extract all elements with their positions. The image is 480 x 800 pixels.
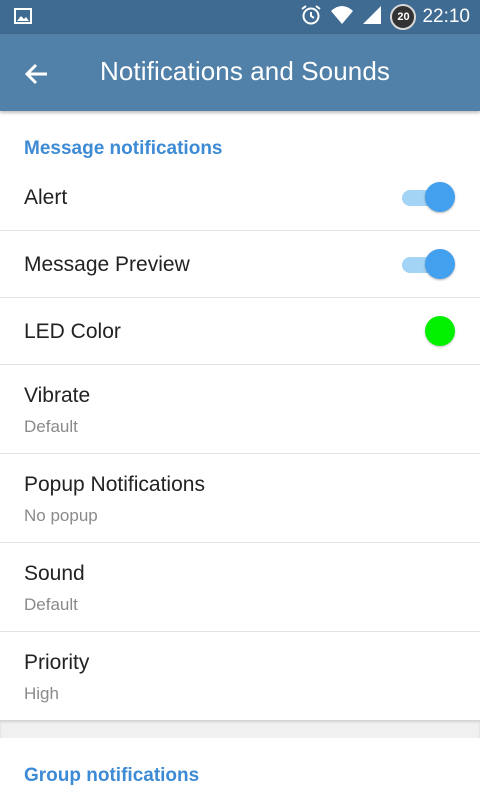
message-preview-label: Message Preview <box>24 253 190 276</box>
toggle-thumb <box>425 182 455 212</box>
toggle-thumb <box>425 249 455 279</box>
section-header-message-notifications: Message notifications <box>24 138 223 159</box>
section-header-group-notifications: Group notifications <box>24 765 200 786</box>
led-color-row[interactable]: LED Color <box>0 298 480 364</box>
alert-label: Alert <box>24 186 68 209</box>
vibrate-label: Vibrate <box>24 384 91 407</box>
message-preview-row[interactable]: Message Preview <box>0 231 480 297</box>
priority-row[interactable]: Priority High <box>0 632 480 720</box>
arrow-back-icon <box>24 63 47 85</box>
priority-value: High <box>24 684 59 703</box>
sound-row[interactable]: Sound Default <box>0 543 480 631</box>
alert-toggle[interactable] <box>399 182 455 212</box>
page-title: Notifications and Sounds <box>100 56 391 86</box>
led-color-label: LED Color <box>24 320 121 343</box>
sound-label: Sound <box>24 562 85 585</box>
vibrate-row[interactable]: Vibrate Default <box>0 365 480 453</box>
battery-level: 20 <box>397 11 410 23</box>
status-bar: 20 22:10 <box>0 0 480 34</box>
battery-icon: 20 <box>390 4 417 30</box>
led-color-indicator <box>425 316 455 346</box>
app-bar: Notifications and Sounds <box>0 34 480 111</box>
wifi-icon <box>330 5 354 30</box>
popup-notifications-row[interactable]: Popup Notifications No popup <box>0 454 480 542</box>
back-button[interactable] <box>22 59 52 89</box>
section-separator <box>0 720 480 738</box>
popup-notifications-value: No popup <box>24 506 98 525</box>
signal-icon <box>362 5 382 30</box>
popup-notifications-label: Popup Notifications <box>24 473 205 496</box>
sound-value: Default <box>24 595 78 614</box>
status-icons: 20 22:10 <box>292 0 470 34</box>
priority-label: Priority <box>24 651 90 674</box>
alert-row[interactable]: Alert <box>0 165 480 230</box>
vibrate-value: Default <box>24 417 78 436</box>
message-preview-toggle[interactable] <box>399 249 455 279</box>
clock: 22:10 <box>422 6 470 27</box>
alarm-icon <box>300 4 322 31</box>
image-icon <box>14 8 32 29</box>
